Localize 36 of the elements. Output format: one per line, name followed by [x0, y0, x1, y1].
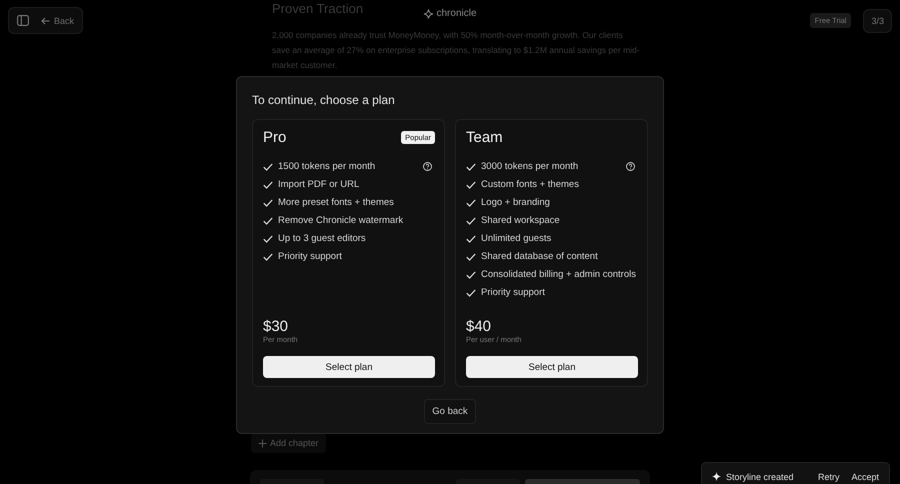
toast-action-button[interactable]: Accept [844, 472, 879, 482]
feature-text: Shared workspace [481, 215, 560, 226]
feature-text: Custom fonts + themes [481, 179, 579, 190]
sparkle-icon [712, 472, 721, 481]
go-back-button[interactable]: Go back [424, 399, 476, 424]
feature-text: Logo + branding [481, 197, 550, 208]
sparkle-icon [423, 8, 434, 18]
logo: chronicle [423, 8, 477, 19]
plan-price: $40 [466, 318, 492, 335]
section-heading: Proven Traction [271, 1, 364, 16]
help-icon[interactable] [626, 162, 635, 171]
feature-text: Consolidated billing + admin controls [481, 269, 636, 280]
feature-text: 3000 tokens per month [481, 161, 578, 172]
plan-name: Team [466, 128, 503, 146]
dialog-title: To continue, choose a plan [252, 93, 396, 107]
select-plan-button[interactable]: Select plan [466, 356, 638, 378]
feature-text: Shared database of content [481, 251, 598, 262]
page-indicator-button[interactable]: 3/3 [863, 8, 892, 32]
plus-icon [258, 438, 267, 448]
feature-text: Unlimited guests [481, 233, 552, 244]
feature-text: 1500 tokens per month [278, 161, 376, 172]
select-plan-button[interactable]: Select plan [263, 356, 435, 378]
plan-price: $30 [263, 318, 290, 335]
help-icon[interactable] [423, 162, 432, 171]
section-paragraph: 2,000 companies already trust MoneyMoney, with 50% month-over-month growth. Our clients save an average of 27% on enterprise subscriptions, translating to $1.2M annual savings per mid-market customer. [271, 29, 641, 72]
feature-text: Priority support [481, 287, 545, 298]
toast-action-button[interactable]: Retry [810, 472, 840, 482]
feature-text: Priority support [278, 251, 342, 262]
feature-text: Import PDF or URL [278, 179, 360, 190]
arrow-left-icon [41, 16, 50, 24]
sidebar-icon [17, 15, 29, 26]
feature-text: More preset fonts + themes [278, 197, 394, 208]
feature-text: Up to 3 guest editors [278, 233, 366, 244]
plan-name: Pro [263, 128, 286, 146]
toast-message: Storyline created [726, 472, 794, 482]
feature-text: Remove Chronicle watermark [278, 215, 404, 226]
